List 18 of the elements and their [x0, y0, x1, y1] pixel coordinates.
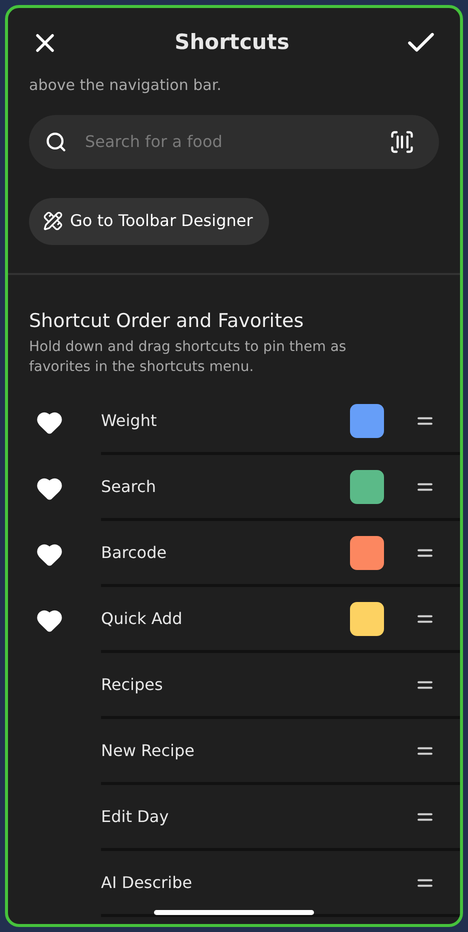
shortcut-label[interactable]: Quick Add — [101, 606, 350, 630]
shortcut-label[interactable]: Search — [101, 474, 350, 498]
shortcut-label[interactable]: AI Describe — [101, 870, 414, 894]
intro-text: above the navigation bar. — [29, 75, 222, 96]
section-title: Shortcut Order and Favorites — [29, 308, 305, 334]
barcode-scan-icon[interactable] — [389, 128, 415, 154]
shortcut-label[interactable]: Recipes — [101, 672, 414, 696]
pencil-ruler-icon — [43, 211, 63, 231]
shortcut-label[interactable]: New Recipe — [101, 738, 414, 762]
search-icon — [45, 130, 67, 152]
shortcut-label[interactable]: Edit Day — [101, 804, 414, 828]
search-field[interactable]: Search for a food — [85, 130, 389, 154]
shortcut-label[interactable]: Barcode — [101, 540, 350, 564]
search-bar[interactable]: Search for a food — [29, 114, 439, 168]
screen-title: Shortcuts — [174, 29, 290, 56]
section-description: Hold down and drag shortcuts to pin them as favorites in the shortcuts menu. — [29, 338, 348, 377]
shortcut-label[interactable]: Weight — [101, 408, 350, 432]
toolbar-designer-button[interactable]: Go to Toolbar Designer — [29, 198, 269, 244]
